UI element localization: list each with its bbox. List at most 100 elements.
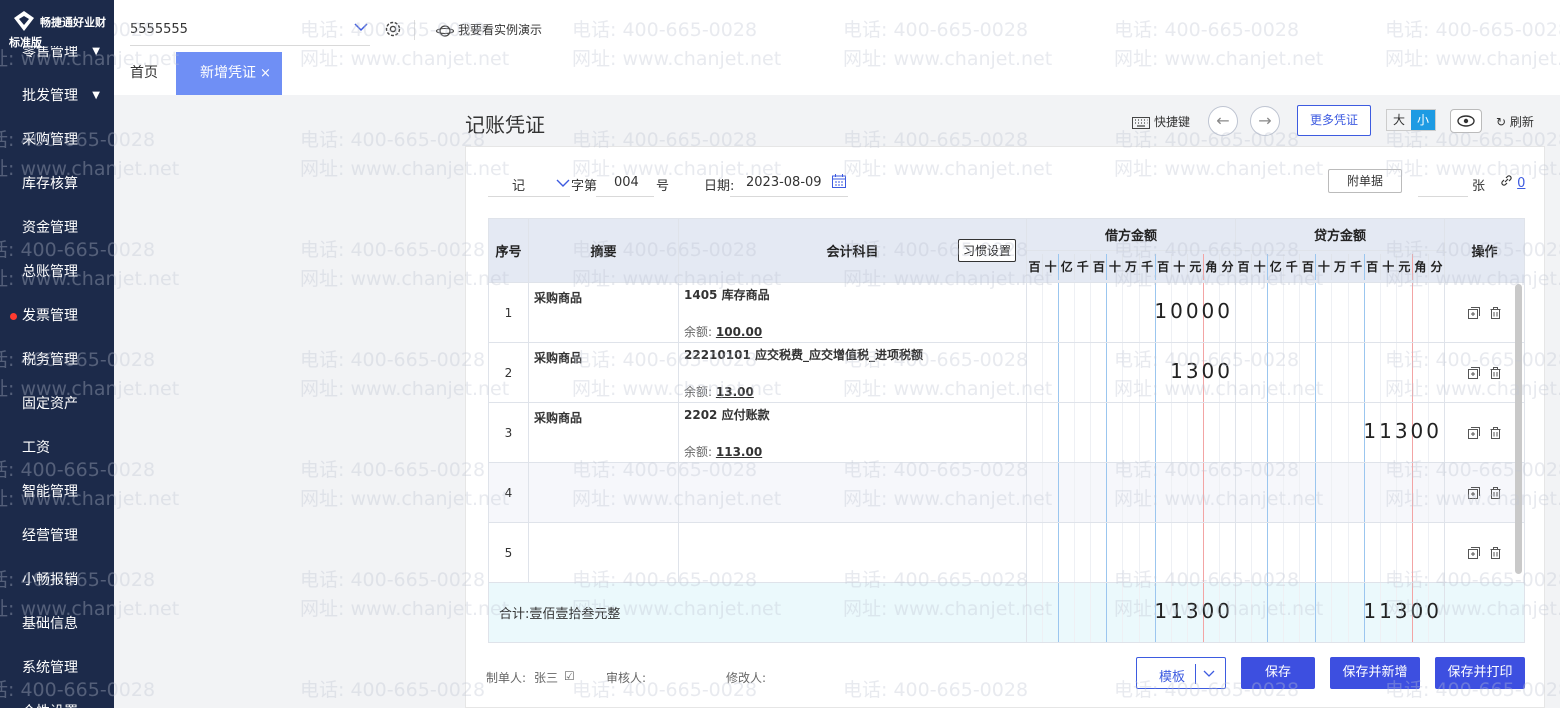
sidebar-item[interactable]: 固定资产 [0, 382, 114, 426]
table-row[interactable]: 1 采购商品 1405 库存商品 余额: 100.00 10000 [488, 282, 1525, 343]
size-small-option[interactable]: 小 [1411, 110, 1435, 130]
credit-cell[interactable]: 11300 [1235, 402, 1445, 463]
debit-cell[interactable] [1026, 522, 1236, 583]
table-row[interactable]: 5 [488, 522, 1525, 583]
col-debit: 借方金额 [1026, 218, 1236, 251]
account-cell[interactable]: 22210101 应交税费_应交增值税_进项税额 余额: 13.00 [678, 342, 1027, 403]
account-cell[interactable]: 1405 库存商品 余额: 100.00 [678, 282, 1027, 343]
summary-cell[interactable]: 采购商品 [528, 342, 679, 403]
balance-value[interactable]: 113.00 [716, 445, 762, 459]
delete-icon[interactable] [1490, 547, 1501, 559]
demo-link[interactable]: 我要看实例演示 [435, 20, 542, 40]
delete-icon[interactable] [1490, 367, 1501, 379]
chevron-down-icon[interactable] [354, 20, 368, 34]
copy-icon[interactable] [1468, 487, 1480, 499]
sidebar-item-label: 基础信息 [22, 616, 78, 632]
sidebar-item[interactable]: 经营管理 [0, 514, 114, 558]
next-voucher-button[interactable]: → [1250, 106, 1280, 136]
summary-text: 采购商品 [534, 411, 583, 425]
sidebar-item[interactable]: 总账管理 [0, 250, 114, 294]
copy-icon[interactable] [1468, 547, 1480, 559]
save-button[interactable]: 保存 [1241, 657, 1315, 689]
sidebar-item[interactable]: 批发管理 ▼ [0, 74, 114, 118]
account-cell[interactable] [678, 522, 1027, 583]
template-divider [1195, 664, 1196, 684]
sidebar-item[interactable]: 基础信息 [0, 602, 114, 646]
more-vouchers-button[interactable]: 更多凭证 [1297, 105, 1371, 136]
summary-cell[interactable] [528, 462, 679, 523]
voucher-entries-table: 序号 摘要 会计科目 习惯设置 借方金额 贷方金额 操作 百十亿千百十万千百十元… [488, 218, 1525, 643]
credit-cell[interactable] [1235, 462, 1445, 523]
close-icon[interactable]: × [260, 66, 271, 81]
prev-voucher-button[interactable]: ← [1208, 106, 1238, 136]
debit-cell[interactable]: 10000 [1026, 282, 1236, 343]
sidebar-item[interactable]: 工资 [0, 426, 114, 470]
credit-cell[interactable] [1235, 282, 1445, 343]
gear-icon[interactable] [384, 20, 402, 38]
ops-cell [1444, 402, 1525, 463]
sidebar-item[interactable]: 小畅报销 [0, 558, 114, 602]
template-button[interactable]: 模板 [1136, 657, 1226, 689]
balance-value[interactable]: 13.00 [716, 385, 754, 399]
debit-digit-label: 百 [1156, 253, 1172, 280]
sidebar-item[interactable]: 个性设置 [0, 690, 114, 708]
balance-value[interactable]: 100.00 [716, 325, 762, 339]
brand-logo[interactable]: 畅捷通好业财 标准版 [0, 0, 114, 49]
table-row[interactable]: 3 采购商品 2202 应付账款 余额: 113.00 11300 [488, 402, 1525, 463]
save-and-new-button[interactable]: 保存并新增 [1330, 657, 1420, 689]
debit-digit-label: 千 [1140, 253, 1156, 280]
balance-label: 余额: [684, 445, 713, 459]
refresh-button[interactable]: ↻ 刷新 [1496, 113, 1534, 130]
sidebar-item[interactable]: 系统管理 [0, 646, 114, 690]
summary-cell[interactable]: 采购商品 [528, 282, 679, 343]
total-debit-cell: 11300 [1026, 582, 1236, 643]
table-row[interactable]: 2 采购商品 22210101 应交税费_应交增值税_进项税额 余额: 13.00 13… [488, 342, 1525, 403]
debit-cell[interactable]: 1300 [1026, 342, 1236, 403]
delete-icon[interactable] [1490, 487, 1501, 499]
account-cell[interactable] [678, 462, 1027, 523]
tab-home[interactable]: 首页 [130, 62, 158, 82]
sidebar-item[interactable]: 资金管理 [0, 206, 114, 250]
total-credit: 11300 [1363, 599, 1442, 623]
delete-icon[interactable] [1490, 427, 1501, 439]
credit-cell[interactable] [1235, 522, 1445, 583]
attachment-count-input[interactable] [1418, 169, 1468, 197]
habit-settings-button[interactable]: 习惯设置 [957, 239, 1016, 262]
total-ops-cell [1444, 582, 1525, 643]
sidebar-item[interactable]: 采购管理 [0, 118, 114, 162]
edit-icon[interactable]: ☑ [564, 669, 575, 683]
copy-icon[interactable] [1468, 307, 1480, 319]
voucher-card: 记 字第 004 号 日期: 2023-08-09 附单据 张 0 序号 摘要 … [465, 146, 1545, 708]
table-scrollbar[interactable] [1515, 284, 1522, 574]
ops-cell [1444, 522, 1525, 583]
sidebar-item-label: 系统管理 [22, 660, 78, 676]
credit-digit-label: 分 [1430, 259, 1443, 274]
size-large-option[interactable]: 大 [1387, 110, 1411, 130]
chevron-down-icon[interactable] [556, 177, 570, 189]
attachment-button[interactable]: 附单据 [1328, 169, 1402, 193]
chevron-down-icon[interactable] [1203, 665, 1215, 681]
credit-cell[interactable] [1235, 342, 1445, 403]
shortcut-button[interactable]: 快捷键 [1132, 113, 1190, 130]
debit-cell[interactable] [1026, 462, 1236, 523]
account-cell[interactable]: 2202 应付账款 余额: 113.00 [678, 402, 1027, 463]
seq-cell: 4 [488, 462, 529, 523]
summary-cell[interactable] [528, 522, 679, 583]
delete-icon[interactable] [1490, 307, 1501, 319]
tab-new-voucher[interactable]: 新增凭证 × [176, 52, 282, 95]
summary-cell[interactable]: 采购商品 [528, 402, 679, 463]
attachment-link[interactable]: 0 [1500, 174, 1525, 191]
sidebar-item[interactable]: 发票管理 [0, 294, 114, 338]
preview-button[interactable] [1450, 109, 1482, 133]
size-toggle: 大小 [1386, 109, 1436, 131]
table-row[interactable]: 4 [488, 462, 1525, 523]
sidebar-item[interactable]: 库存核算 [0, 162, 114, 206]
save-and-print-button[interactable]: 保存并打印 [1435, 657, 1525, 689]
company-select[interactable]: 5555555 [130, 12, 370, 46]
debit-cell[interactable] [1026, 402, 1236, 463]
calendar-icon[interactable] [832, 174, 846, 188]
copy-icon[interactable] [1468, 367, 1480, 379]
sidebar-item[interactable]: 智能管理 [0, 470, 114, 514]
sidebar-item[interactable]: 税务管理 [0, 338, 114, 382]
copy-icon[interactable] [1468, 427, 1480, 439]
